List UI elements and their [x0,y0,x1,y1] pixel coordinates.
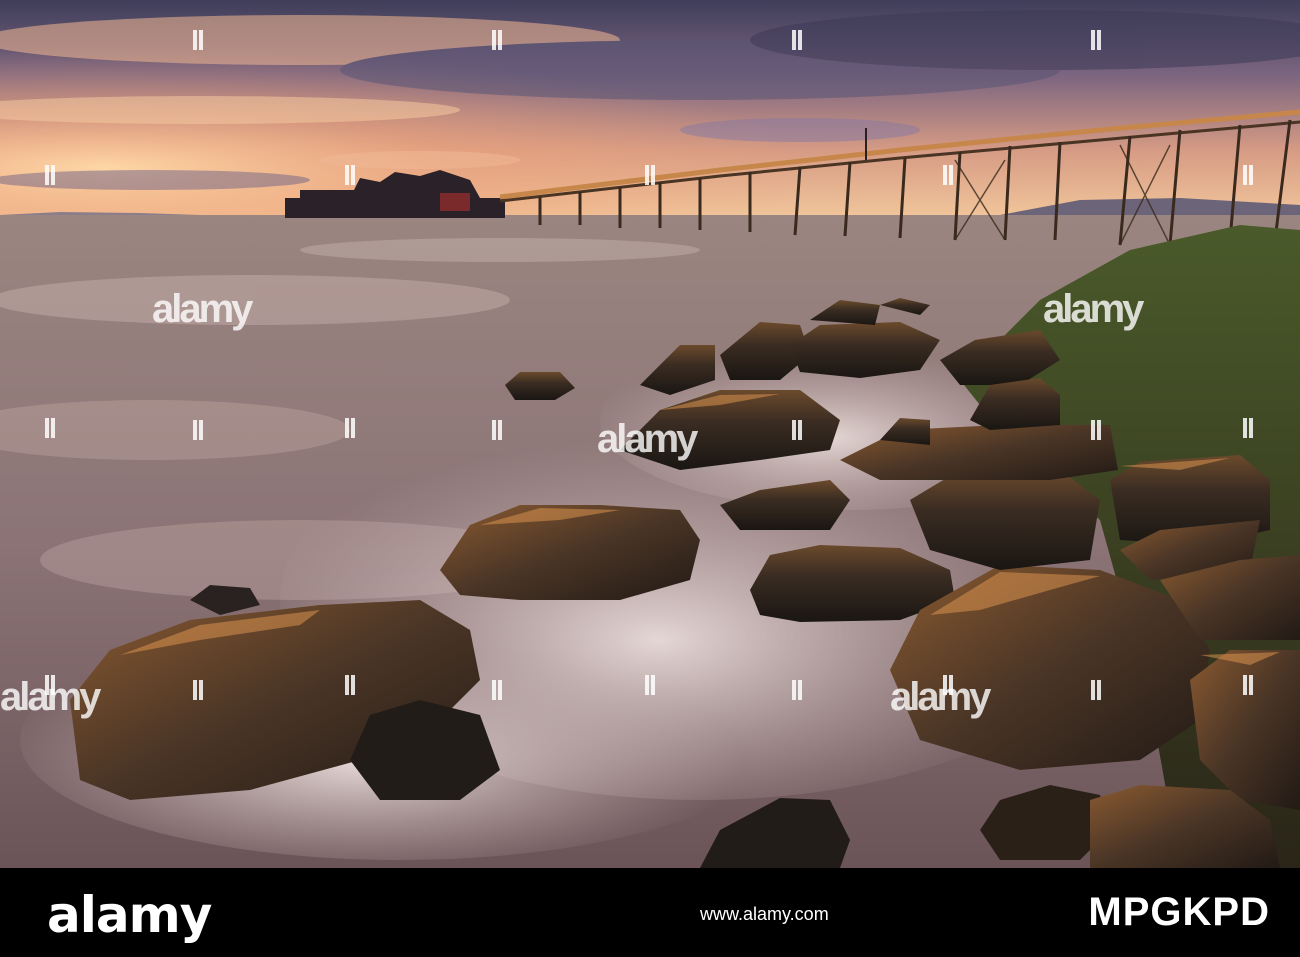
stock-photo [0,0,1300,868]
alamy-logo[interactable]: alamy [47,886,212,944]
photo-canvas [0,0,1300,868]
site-url[interactable]: www.alamy.com [700,904,829,925]
image-id: MPGKPD [1088,890,1270,934]
footer-bar: alamy MPGKPD www.alamy.com [0,868,1300,957]
